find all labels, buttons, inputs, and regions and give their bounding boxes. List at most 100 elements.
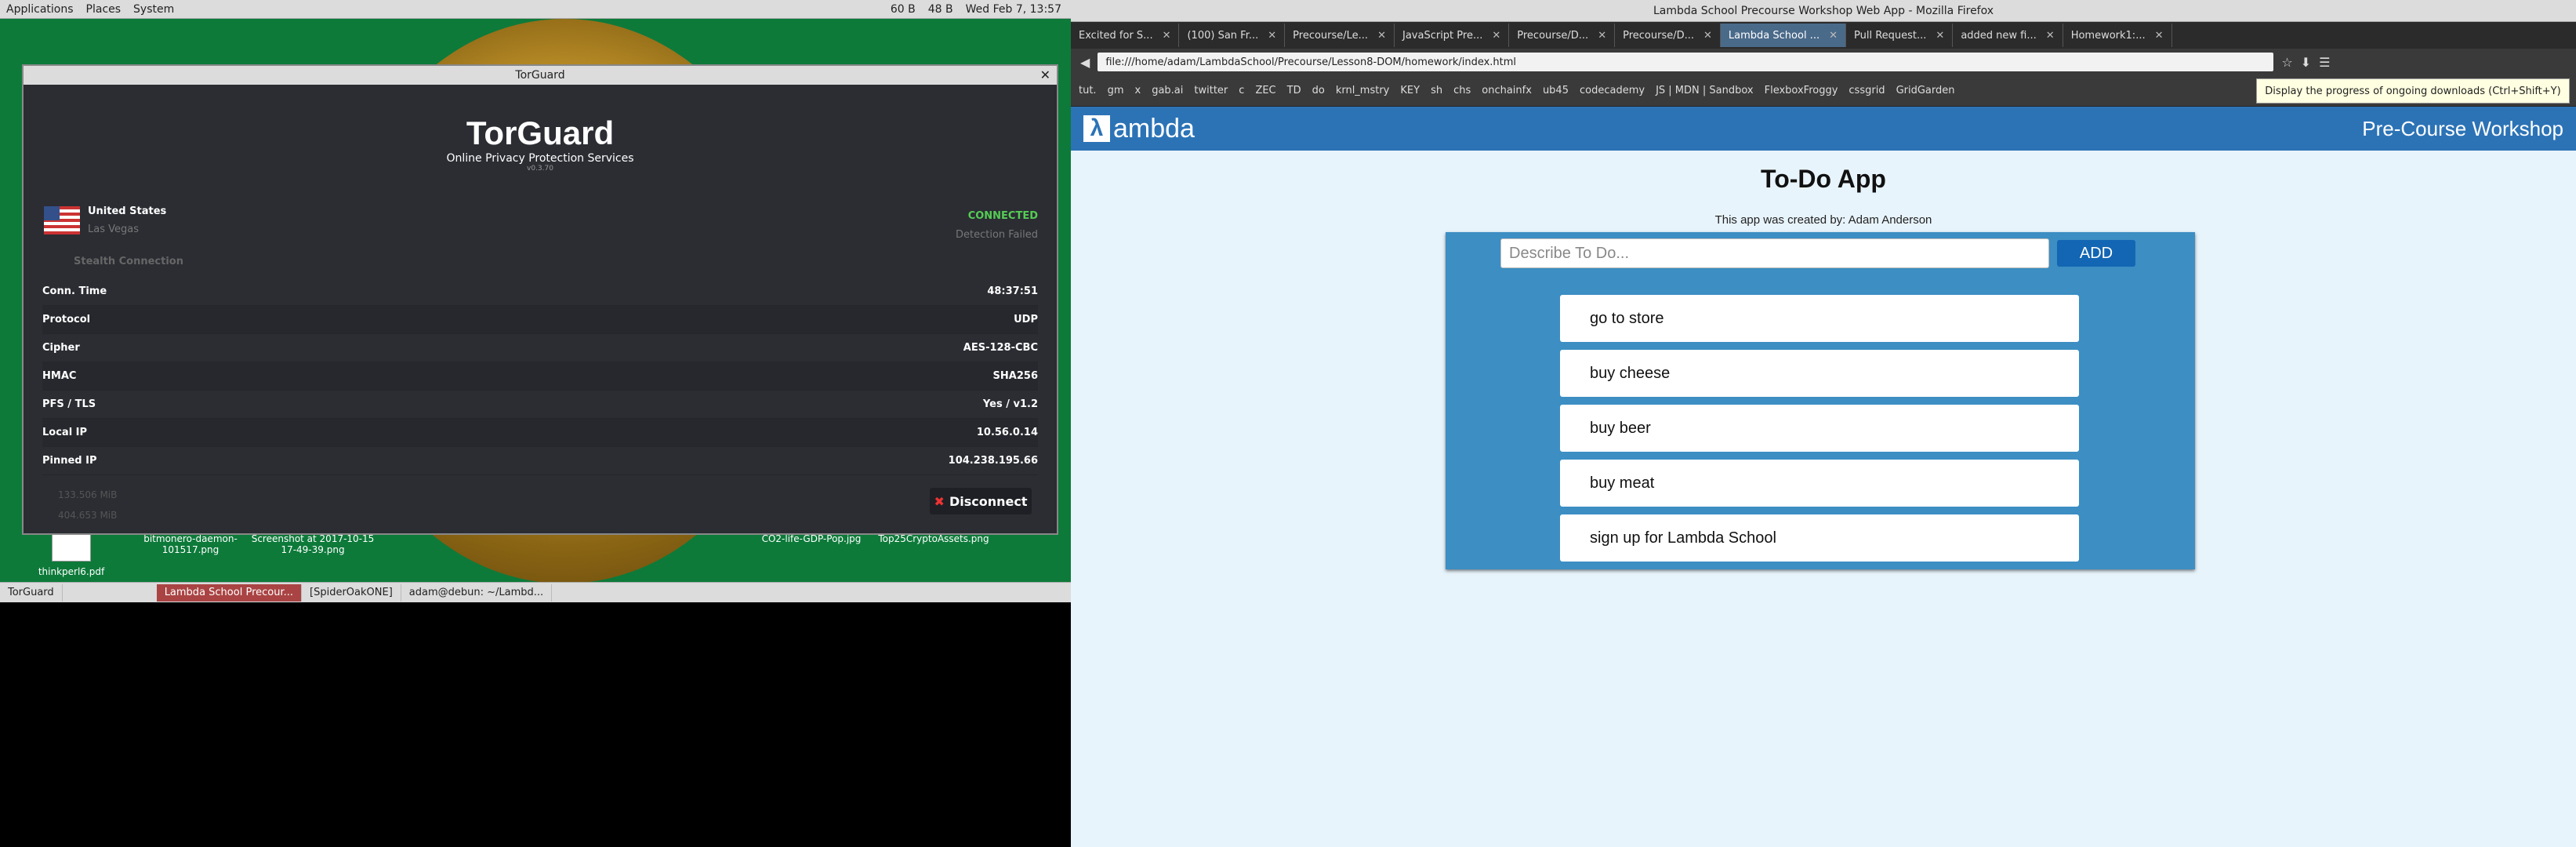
tab-strip: Excited for S... ✕ (100) San Fr... ✕ Preco… <box>1071 22 2576 49</box>
lambda-logo[interactable]: λ ambda <box>1083 114 1195 144</box>
tab-active[interactable]: Lambda School ... ✕ <box>1720 24 1846 47</box>
disconnect-label: Disconnect <box>949 493 1028 509</box>
close-icon[interactable]: ✕ <box>1163 30 1171 42</box>
row-value: 104.238.195.66 <box>948 455 1038 467</box>
bookmark[interactable]: twitter <box>1194 85 1228 96</box>
taskbar-item[interactable]: Lambda School Precour... <box>156 583 303 602</box>
bookmark[interactable]: chs <box>1453 85 1471 96</box>
close-icon[interactable]: ✕ <box>2046 30 2055 42</box>
clock[interactable]: Wed Feb 7, 13:57 <box>960 3 1068 16</box>
close-icon[interactable]: ✕ <box>1936 30 1944 42</box>
desktop-icon[interactable]: CO2-life-GDP-Pop.jpg <box>745 533 878 544</box>
tab[interactable]: (100) San Fr... ✕ <box>1179 24 1286 47</box>
bookmark[interactable]: onchainfx <box>1482 85 1532 96</box>
taskbar-item[interactable]: [SpiderOakONE] <box>302 583 401 602</box>
tab[interactable]: added new fi... ✕ <box>1953 24 2063 47</box>
taskbar-item[interactable]: adam@debun: ~/Lambd... <box>401 583 553 602</box>
tab[interactable]: JavaScript Pre... ✕ <box>1395 24 1510 47</box>
connection-status: CONNECTED <box>967 210 1038 222</box>
disconnect-button[interactable]: ✖ Disconnect <box>930 488 1032 514</box>
bookmark[interactable]: krnl_mstry <box>1336 85 1390 96</box>
bookmark[interactable]: ub45 <box>1543 85 1569 96</box>
tab-label: Excited for S... <box>1079 29 1153 42</box>
net-up-readout: 48 B <box>927 2 953 16</box>
star-icon[interactable]: ☆ <box>2281 55 2292 70</box>
tab[interactable]: Precourse/Le... ✕ <box>1285 24 1395 47</box>
bookmark[interactable]: ZEC <box>1255 85 1275 96</box>
close-icon[interactable]: ✕ <box>1377 30 1386 42</box>
menu-system[interactable]: System <box>127 3 180 16</box>
tab[interactable]: Homework1:... ✕ <box>2063 24 2172 47</box>
close-icon[interactable]: ✕ <box>1829 30 1838 42</box>
todo-item[interactable]: sign up for Lambda School <box>1560 514 2079 562</box>
top-panel: Applications Places System 60 B 48 B Wed… <box>0 0 1071 19</box>
add-button[interactable]: ADD <box>2057 240 2135 267</box>
tab[interactable]: Precourse/D... ✕ <box>1615 24 1721 47</box>
bookmark[interactable]: c <box>1239 85 1244 96</box>
site-header: λ ambda Pre-Course Workshop <box>1071 107 2576 151</box>
bookmark[interactable]: FlexboxFroggy <box>1765 85 1838 96</box>
desktop-icon[interactable]: bitmonero-daemon-101517.png <box>124 533 257 555</box>
tab-label: Homework1:... <box>2070 29 2146 42</box>
todo-input[interactable]: Describe To Do... <box>1500 238 2049 268</box>
taskbar-item[interactable]: TorGuard <box>0 583 63 602</box>
row-label: Conn. Time <box>42 285 107 297</box>
close-icon[interactable]: ✕ <box>1268 30 1276 42</box>
tab[interactable]: Excited for S... ✕ <box>1071 24 1180 47</box>
desktop-icon[interactable]: thinkperl6.pdf <box>5 533 138 577</box>
todo-panel: Describe To Do... ADD go to store buy ch… <box>1446 232 2195 569</box>
bookmark[interactable]: KEY <box>1400 85 1420 96</box>
tab[interactable]: Precourse/D... ✕ <box>1509 24 1616 47</box>
server-location[interactable]: United States Las Vegas <box>44 205 166 235</box>
bookmark[interactable]: TD <box>1287 85 1301 96</box>
row-value: Yes / v1.2 <box>982 398 1038 410</box>
desktop-icon[interactable]: Screenshot at 2017-10-15 17-49-39.png <box>246 533 379 555</box>
bookmark[interactable]: x <box>1135 85 1141 96</box>
stealth-connection[interactable]: Stealth Connection <box>74 256 183 267</box>
bookmark[interactable]: tut. <box>1079 85 1097 96</box>
window-title: TorGuard <box>515 69 565 82</box>
detection-status[interactable]: Detection Failed <box>956 229 1038 241</box>
close-icon[interactable]: ✕ <box>1040 67 1050 82</box>
workshop-link[interactable]: Pre-Course Workshop <box>2362 117 2563 141</box>
todo-item[interactable]: buy cheese <box>1560 350 2079 397</box>
bookmark[interactable]: sh <box>1431 85 1442 96</box>
menu-icon[interactable]: ☰ <box>2319 55 2330 70</box>
bookmark[interactable]: gab.ai <box>1152 85 1183 96</box>
navigation-bar: ◀ file:///home/adam/LambdaSchool/Precour… <box>1071 49 2576 75</box>
todo-item[interactable]: go to store <box>1560 295 2079 342</box>
row-value: 10.56.0.14 <box>976 427 1038 438</box>
bookmark[interactable]: gm <box>1108 85 1124 96</box>
menu-applications[interactable]: Applications <box>0 3 80 16</box>
bookmark[interactable]: GridGarden <box>1896 85 1955 96</box>
right-monitor: Lambda School Precourse Workshop Web App… <box>1071 0 2576 847</box>
desktop-icon-label: CO2-life-GDP-Pop.jpg <box>761 533 862 544</box>
tooltip-text: Display the progress of ongoing download… <box>2265 85 2561 97</box>
url-bar[interactable]: file:///home/adam/LambdaSchool/Precourse… <box>1098 53 2274 71</box>
close-icon[interactable]: ✕ <box>1703 30 1712 42</box>
us-flag-icon <box>44 206 80 234</box>
close-icon[interactable]: ✕ <box>2155 30 2164 42</box>
desktop-icon[interactable]: Top25CryptoAssets.png <box>867 533 1000 544</box>
tab-label: Precourse/Le... <box>1293 29 1369 42</box>
taskbar-label: TorGuard <box>8 587 54 598</box>
net-down-readout: 60 B <box>890 2 916 16</box>
todo-item[interactable]: buy beer <box>1560 405 2079 452</box>
downloads-icon[interactable]: ⬇ <box>2301 55 2311 70</box>
firefox-titlebar[interactable]: Lambda School Precourse Workshop Web App… <box>1071 0 2576 22</box>
info-row: Local IP 10.56.0.14 <box>42 419 1038 447</box>
city: Las Vegas <box>88 224 139 235</box>
torguard-titlebar[interactable]: TorGuard ✕ <box>24 66 1057 85</box>
download-total: 404.653 MiB <box>58 510 118 521</box>
bookmark[interactable]: do <box>1312 85 1325 96</box>
todo-item[interactable]: buy meat <box>1560 460 2079 507</box>
menu-places[interactable]: Places <box>80 3 128 16</box>
bookmark[interactable]: JS | MDN | Sandbox <box>1656 85 1754 96</box>
input-placeholder: Describe To Do... <box>1509 244 1630 262</box>
back-icon[interactable]: ◀ <box>1080 55 1090 70</box>
tab[interactable]: Pull Request... ✕ <box>1846 24 1954 47</box>
bookmark[interactable]: codecademy <box>1580 85 1645 96</box>
bookmark[interactable]: cssgrid <box>1849 85 1885 96</box>
close-icon[interactable]: ✕ <box>1598 30 1606 42</box>
close-icon[interactable]: ✕ <box>1492 30 1500 42</box>
